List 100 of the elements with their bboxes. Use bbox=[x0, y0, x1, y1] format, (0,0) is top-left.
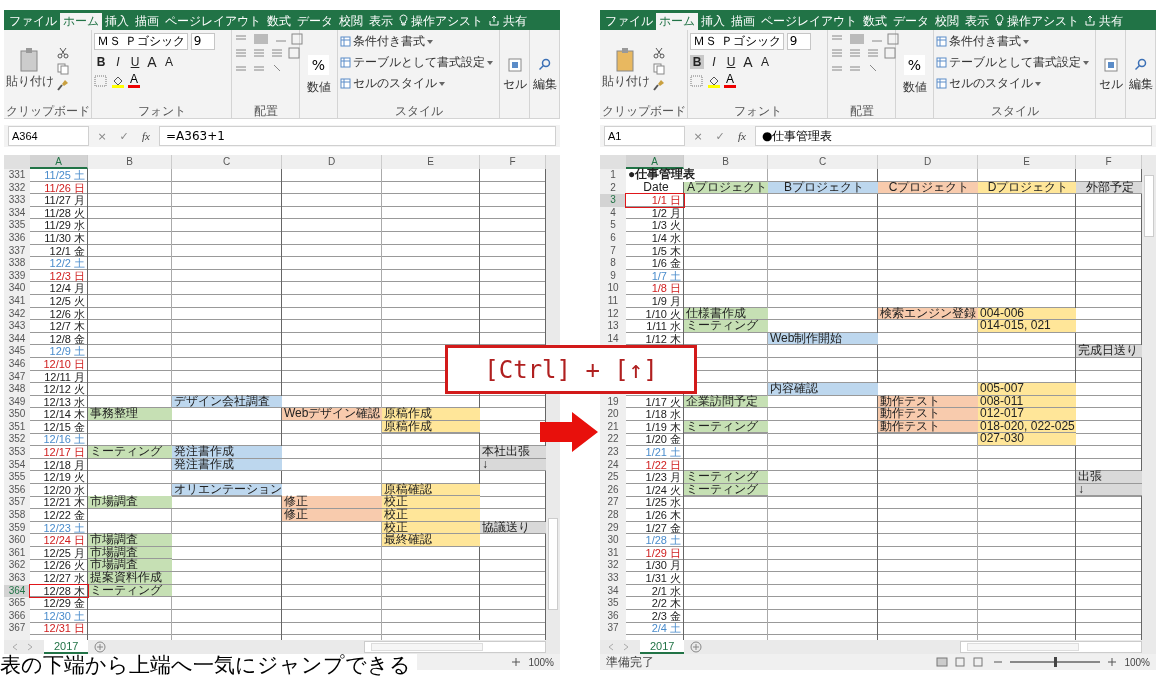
row-number[interactable]: 2 bbox=[600, 181, 626, 195]
share-button[interactable]: 共有 bbox=[1096, 13, 1126, 30]
horizontal-scrollbar[interactable] bbox=[364, 641, 546, 653]
shrink-font-button[interactable]: A bbox=[758, 55, 772, 69]
format-button[interactable]: B bbox=[94, 55, 108, 69]
column-header[interactable]: D bbox=[878, 155, 978, 169]
row-number[interactable]: 19 bbox=[600, 395, 626, 409]
row-number[interactable]: 23 bbox=[600, 446, 626, 459]
style-menu-button[interactable]: テーブルとして書式設定 bbox=[949, 54, 1081, 71]
row-number[interactable]: 355 bbox=[4, 471, 30, 484]
cells-button[interactable]: セル bbox=[1098, 76, 1123, 93]
add-sheet-icon[interactable] bbox=[690, 641, 703, 653]
ribbon-tab[interactable]: ページレイアウト bbox=[162, 13, 264, 30]
row-number[interactable]: 24 bbox=[600, 458, 626, 472]
slider-thumb[interactable] bbox=[1054, 657, 1058, 667]
font-name-dropdown[interactable]: ＭＳ Ｐゴシック bbox=[94, 33, 188, 50]
ribbon-tab[interactable]: 描画 bbox=[728, 13, 758, 30]
ribbon-tab[interactable]: 表示 bbox=[366, 13, 396, 30]
format-button[interactable]: U bbox=[128, 55, 142, 69]
zoom-in-icon[interactable] bbox=[1108, 658, 1117, 666]
paste-button[interactable]: 貼り付け bbox=[602, 47, 650, 90]
row-number[interactable]: 8 bbox=[600, 257, 626, 270]
row-number[interactable]: 21 bbox=[600, 420, 626, 434]
row-number[interactable]: 351 bbox=[4, 420, 30, 434]
row-number[interactable]: 340 bbox=[4, 282, 30, 295]
row-number[interactable]: 3 bbox=[600, 194, 626, 207]
style-menu-button[interactable]: テーブルとして書式設定 bbox=[353, 54, 485, 71]
row-number[interactable]: 335 bbox=[4, 219, 30, 232]
zoom-out-icon[interactable] bbox=[994, 658, 1003, 666]
formula-bar-button[interactable]: fx bbox=[137, 130, 155, 142]
ribbon-tab[interactable]: データ bbox=[294, 13, 336, 30]
row-number[interactable]: 339 bbox=[4, 269, 30, 283]
ribbon-tab[interactable]: 校閲 bbox=[336, 13, 366, 30]
font-size-dropdown[interactable]: 9 bbox=[190, 33, 215, 50]
row-number[interactable]: 345 bbox=[4, 345, 30, 358]
font-name-dropdown[interactable]: ＭＳ Ｐゴシック bbox=[690, 33, 784, 50]
row-number[interactable]: 5 bbox=[600, 219, 626, 232]
row-number[interactable]: 349 bbox=[4, 395, 30, 409]
ribbon-tab[interactable]: 数式 bbox=[860, 13, 890, 30]
row-number[interactable]: 337 bbox=[4, 244, 30, 258]
paintbrush-icon[interactable] bbox=[653, 78, 665, 91]
row-number[interactable]: 350 bbox=[4, 408, 30, 421]
row-number[interactable]: 35 bbox=[600, 597, 626, 610]
row-number[interactable]: 352 bbox=[4, 433, 30, 447]
row-number[interactable]: 25 bbox=[600, 471, 626, 484]
row-number[interactable]: 11 bbox=[600, 294, 626, 308]
row-number[interactable]: 332 bbox=[4, 181, 30, 195]
row-number[interactable]: 33 bbox=[600, 572, 626, 585]
row-number[interactable]: 365 bbox=[4, 597, 30, 610]
row-number[interactable]: 4 bbox=[600, 206, 626, 220]
style-menu-button[interactable]: 条件付き書式 bbox=[353, 33, 425, 50]
share-button[interactable]: 共有 bbox=[500, 13, 530, 30]
horizontal-scrollbar[interactable] bbox=[960, 641, 1142, 653]
row-number[interactable]: 36 bbox=[600, 609, 626, 623]
row-number[interactable]: 7 bbox=[600, 244, 626, 258]
row-number[interactable]: 28 bbox=[600, 509, 626, 522]
row-number[interactable]: 13 bbox=[600, 320, 626, 333]
row-number[interactable]: 1 bbox=[600, 169, 626, 182]
column-header[interactable]: D bbox=[282, 155, 382, 169]
row-number[interactable]: 359 bbox=[4, 521, 30, 535]
row-number[interactable]: 343 bbox=[4, 320, 30, 333]
row-number[interactable]: 9 bbox=[600, 269, 626, 283]
ribbon-tab[interactable]: 数式 bbox=[264, 13, 294, 30]
format-button[interactable]: I bbox=[707, 55, 721, 69]
ribbon-tab[interactable]: 挿入 bbox=[698, 13, 728, 30]
row-number[interactable]: 30 bbox=[600, 534, 626, 547]
row-number[interactable]: 362 bbox=[4, 559, 30, 572]
row-number[interactable]: 32 bbox=[600, 559, 626, 572]
column-header[interactable]: B bbox=[88, 155, 172, 169]
ribbon-tab[interactable]: 挿入 bbox=[102, 13, 132, 30]
editing-button[interactable]: 編集 bbox=[1128, 76, 1153, 93]
formula-input[interactable]: =A363+1 bbox=[159, 126, 556, 146]
row-number[interactable]: 331 bbox=[4, 169, 30, 182]
row-number[interactable]: 333 bbox=[4, 194, 30, 207]
row-number[interactable]: 341 bbox=[4, 294, 30, 308]
row-number[interactable]: 14 bbox=[600, 332, 626, 346]
row-number[interactable]: 6 bbox=[600, 231, 626, 245]
style-menu-button[interactable]: セルのスタイル bbox=[949, 75, 1033, 92]
row-number[interactable]: 20 bbox=[600, 408, 626, 421]
row-number[interactable]: 34 bbox=[600, 584, 626, 598]
paintbrush-icon[interactable] bbox=[57, 78, 69, 91]
row-number[interactable]: 358 bbox=[4, 509, 30, 522]
format-button[interactable]: B bbox=[690, 55, 704, 69]
font-color-button[interactable]: A bbox=[724, 74, 736, 88]
format-button[interactable]: U bbox=[724, 55, 738, 69]
number-format-button[interactable]: 数値 bbox=[902, 79, 927, 96]
tell-me-search[interactable]: 操作アシスト bbox=[1004, 13, 1082, 30]
style-menu-button[interactable]: セルのスタイル bbox=[353, 75, 437, 92]
row-number[interactable]: 22 bbox=[600, 433, 626, 447]
column-header[interactable]: C bbox=[768, 155, 878, 169]
row-number[interactable]: 353 bbox=[4, 446, 30, 459]
style-menu-button[interactable]: 条件付き書式 bbox=[949, 33, 1021, 50]
row-number[interactable]: 27 bbox=[600, 496, 626, 510]
ribbon-tab[interactable]: ファイル bbox=[6, 13, 60, 30]
column-header[interactable]: C bbox=[172, 155, 282, 169]
ribbon-tab[interactable]: ファイル bbox=[602, 13, 656, 30]
row-number[interactable]: 344 bbox=[4, 332, 30, 346]
tell-me-search[interactable]: 操作アシスト bbox=[408, 13, 486, 30]
row-number[interactable]: 342 bbox=[4, 307, 30, 321]
percent-style-button[interactable]: % bbox=[903, 55, 926, 75]
